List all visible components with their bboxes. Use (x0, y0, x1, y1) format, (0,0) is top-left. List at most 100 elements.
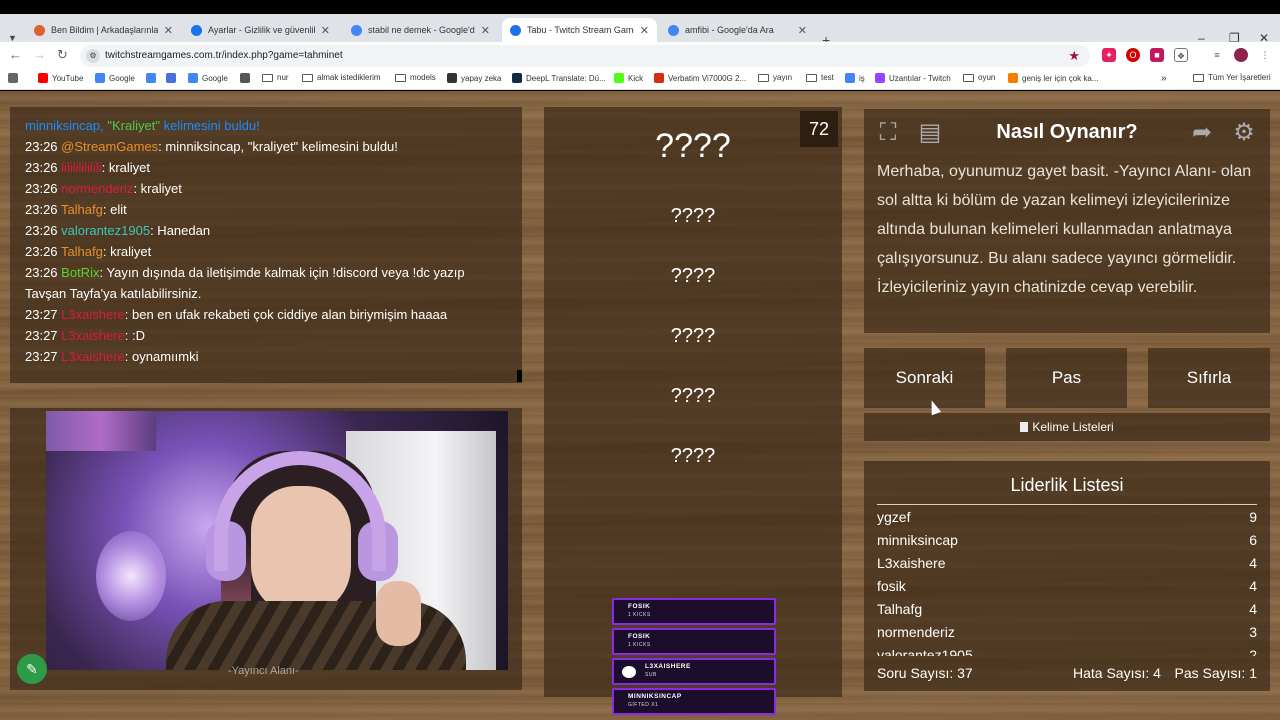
bookmarks-bar: YouTube Google Google nur almak istediklerim… (0, 70, 1280, 90)
chat-username[interactable]: @StreamGames (61, 139, 158, 154)
chat-text: : Hanedan (150, 223, 211, 238)
chat-username[interactable]: valorantez1905 (61, 223, 150, 238)
chat-message: 23:26 lilililililili: kraliyet (25, 157, 507, 178)
streamer-area-label: -Yayıncı Alanı- (228, 665, 299, 677)
url-text[interactable]: twitchstreamgames.com.tr/index.php?game=… (105, 50, 343, 61)
bookmark-favicon-icon (845, 73, 855, 83)
how-to-play-description: Merhaba, oyunumuz gayet basit. -Yayıncı … (877, 163, 1252, 296)
extension-record-icon[interactable]: ■ (1150, 48, 1164, 62)
browser-tab[interactable]: Ayarlar - Gizlilik ve güvenlik ✕ (183, 18, 338, 42)
bookmark-label: Google (202, 73, 228, 83)
chat-text: : minniksincap, "kraliyet" kelimesini bu… (158, 139, 398, 154)
bookmark-item[interactable]: Uzantılar - Twitch (875, 73, 951, 83)
bookmark-item[interactable]: nur (262, 73, 289, 82)
leaderboard-list[interactable]: ygzef 9 minniksincap 6 L3xaishere 4 fosik 4 Talh… (877, 506, 1257, 656)
edit-pencil-icon[interactable]: ✎ (17, 654, 47, 684)
browser-tab[interactable]: Ben Bildim | Arkadaşlarınla Onl ✕ (26, 18, 181, 42)
close-tab-icon[interactable]: ✕ (164, 24, 173, 37)
address-bar[interactable]: ⚙ twitchstreamgames.com.tr/index.php?gam… (80, 45, 1090, 67)
close-tab-icon[interactable]: ✕ (640, 24, 649, 37)
bookmark-item[interactable] (146, 73, 156, 83)
bookmark-item[interactable] (240, 73, 250, 83)
stream-alert: L3XAISHERE SUB (612, 658, 776, 685)
bookmark-label: Uzantılar - Twitch (889, 73, 951, 83)
tab-favicon-icon (191, 24, 202, 36)
bookmark-favicon-icon (166, 73, 176, 83)
close-tab-icon[interactable]: ✕ (321, 24, 330, 37)
reset-button[interactable]: Sıfırla (1148, 348, 1270, 408)
forward-arrow-icon[interactable]: → (33, 47, 46, 62)
chat-username[interactable]: L3xaishere (61, 349, 125, 364)
bookmark-star-icon[interactable]: ★ (1068, 48, 1080, 64)
tab-title: Ayarlar - Gizlilik ve güvenlik (208, 25, 315, 35)
menu-kebab-icon[interactable]: ⋮ (1258, 48, 1272, 62)
bookmark-label: test (821, 73, 834, 82)
word-lists-button[interactable]: Kelime Listeleri (864, 413, 1270, 441)
browser-tab[interactable]: stabil ne demek - Google'da Ar ✕ (343, 18, 498, 42)
back-arrow-icon[interactable]: ← (9, 47, 22, 62)
forbidden-word: ???? (670, 445, 716, 467)
extension-pin-icon[interactable]: ✦ (1102, 48, 1116, 62)
folder-icon (262, 73, 273, 82)
player-name: normenderiz (877, 624, 955, 640)
stream-alert: MINNIKSINCAP GIFTED X1 (612, 688, 776, 715)
player-name: Talhafg (877, 601, 923, 617)
close-tab-icon[interactable]: ✕ (798, 24, 807, 37)
bookmark-item[interactable]: test (806, 73, 834, 82)
all-bookmarks[interactable]: Tüm Yer İşaretleri (1193, 73, 1271, 82)
browser-tab[interactable]: amfibi - Google'da Ara ✕ (660, 18, 815, 42)
reload-icon[interactable]: ↻ (57, 47, 68, 63)
profile-avatar[interactable] (1234, 48, 1248, 62)
bookmark-item[interactable]: almak istediklerim (302, 73, 381, 82)
extension-opera-icon[interactable]: O (1126, 48, 1140, 62)
chat-username[interactable]: Talhafg (61, 202, 103, 217)
chat-timestamp: 23:26 (25, 244, 58, 259)
bookmark-item[interactable]: Kick (614, 73, 643, 83)
chat-username[interactable]: L3xaishere (61, 328, 125, 343)
forbidden-word: ???? (670, 265, 716, 287)
exit-icon[interactable]: ➦ (1186, 117, 1218, 149)
bookmark-item[interactable]: Google (95, 73, 135, 83)
gear-icon[interactable]: ⚙ (1228, 117, 1260, 149)
bookmark-item[interactable]: geniş ler için çok ka... (1008, 73, 1098, 83)
bookmark-item[interactable]: Google (188, 73, 228, 83)
chat-scrollbar[interactable] (517, 370, 522, 382)
chat-message: 23:26 @StreamGames: minniksincap, "krali… (25, 136, 507, 157)
bookmark-favicon-icon (95, 73, 105, 83)
chat-username[interactable]: lilililililili (61, 160, 101, 175)
more-bookmarks-chevron-icon[interactable]: » (1161, 73, 1167, 84)
close-tab-icon[interactable]: ✕ (481, 24, 490, 37)
site-info-icon[interactable]: ⚙ (86, 49, 100, 63)
bookmark-label: nur (277, 73, 289, 82)
bookmark-label: oyun (978, 73, 996, 82)
bookmark-item[interactable]: oyun (963, 73, 995, 82)
chat-username[interactable]: Talhafg (61, 244, 103, 259)
media-control-icon[interactable]: ≡ (1210, 48, 1224, 62)
bookmark-item[interactable] (166, 73, 176, 83)
bookmark-item[interactable]: yayın (758, 73, 792, 82)
bookmark-item[interactable]: DeepL Translate: Dü... (512, 73, 606, 83)
next-button[interactable]: Sonraki (864, 348, 985, 408)
browser-tab[interactable]: Tabu - Twitch Stream Game ✕ (502, 18, 657, 42)
bookmark-item[interactable]: models (395, 73, 436, 82)
chat-username[interactable]: BotRix (61, 265, 99, 280)
chat-text: : kraliyet (101, 160, 151, 175)
extensions-puzzle-icon[interactable]: ❖ (1174, 48, 1188, 62)
leaderboard-row: ygzef 9 (877, 506, 1257, 529)
bookmark-item[interactable]: Verbatim Vi7000G 2... (654, 73, 746, 83)
apps-grid-icon[interactable] (8, 73, 18, 83)
pass-count: Pas Sayısı: 1 (1174, 665, 1257, 681)
bookmark-item[interactable]: yapay zeka (447, 73, 501, 83)
chat-username[interactable]: L3xaishere (61, 307, 125, 322)
browser-toolbar: ← → ↻ ⚙ twitchstreamgames.com.tr/index.p… (0, 42, 1280, 70)
bookmark-item[interactable]: iş (845, 73, 865, 83)
main-word: ???? (655, 127, 731, 165)
bookmark-favicon-icon (188, 73, 198, 83)
game-stats: Soru Sayısı: 37 Hata Sayısı: 4 Pas Sayıs… (877, 665, 1257, 685)
chat-message: 23:27 L3xaishere: oynamıımki (25, 346, 507, 367)
bookmark-item[interactable]: YouTube (38, 73, 83, 83)
pass-button[interactable]: Pas (1006, 348, 1127, 408)
chat-timestamp: 23:26 (25, 265, 58, 280)
chat-username[interactable]: normenderiz (61, 181, 133, 196)
tab-favicon-icon (34, 24, 45, 36)
